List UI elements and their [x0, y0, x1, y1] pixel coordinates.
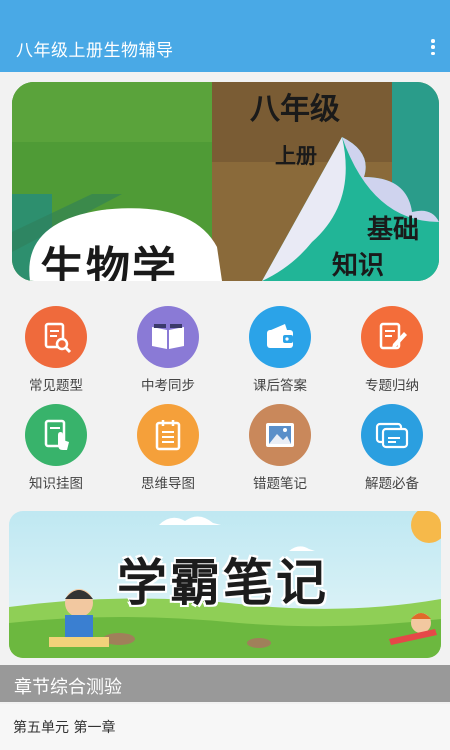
open-book-icon	[137, 306, 199, 368]
app-bar: 八年级上册生物辅导	[0, 0, 450, 72]
grid-item-exam-sync[interactable]: 中考同步	[112, 306, 224, 394]
grid-item-label: 专题归纳	[365, 378, 419, 394]
grid-item-label: 课后答案	[253, 378, 307, 394]
section-title: 章节综合测验	[14, 677, 122, 698]
grid-item-knowledge-charts[interactable]: 知识挂图	[0, 404, 112, 492]
picture-icon	[249, 404, 311, 466]
grid-item-label: 错题笔记	[253, 476, 307, 492]
wallet-icon	[249, 306, 311, 368]
menu-dot-icon	[431, 45, 435, 49]
notepad-icon	[137, 404, 199, 466]
cards-icon	[361, 404, 423, 466]
grid-item-common-questions[interactable]: 常见题型	[0, 306, 112, 394]
grid-item-label: 解题必备	[365, 476, 419, 492]
banner-volume-text: 上册	[275, 143, 317, 168]
edit-document-icon	[361, 306, 423, 368]
textbook-banner[interactable]: 八年级 上册 生物学 基础 知识	[12, 82, 439, 281]
grid-item-topic-summary[interactable]: 专题归纳	[336, 306, 448, 394]
banner-grade-text: 八年级	[250, 92, 340, 127]
app-title: 八年级上册生物辅导	[16, 41, 174, 61]
grid-item-homework-answers[interactable]: 课后答案	[224, 306, 336, 394]
list-item[interactable]: 第五单元 第一章	[0, 704, 450, 750]
overflow-menu-button[interactable]	[430, 39, 436, 55]
banner-subject-text: 生物学	[40, 243, 178, 281]
grid-item-solving-essentials[interactable]: 解题必备	[336, 404, 448, 492]
grid-item-mind-map[interactable]: 思维导图	[112, 404, 224, 492]
grid-item-mistake-notes[interactable]: 错题笔记	[224, 404, 336, 492]
menu-dot-icon	[431, 51, 435, 55]
grid-item-label: 常见题型	[29, 378, 83, 394]
promo-title: 学霸笔记	[117, 554, 329, 612]
search-document-icon	[25, 306, 87, 368]
grid-item-label: 知识挂图	[29, 476, 83, 492]
banner-tag-line1: 基础	[367, 215, 420, 245]
grid-item-label: 中考同步	[141, 378, 195, 394]
study-notes-banner[interactable]: 学霸笔记	[9, 511, 441, 658]
banner-tag-line2: 知识	[332, 251, 385, 281]
tap-document-icon	[25, 404, 87, 466]
menu-dot-icon	[431, 39, 435, 43]
section-header: 章节综合测验	[0, 665, 450, 702]
grid-item-label: 思维导图	[141, 476, 195, 492]
list-item-label: 第五单元 第一章	[13, 720, 116, 736]
